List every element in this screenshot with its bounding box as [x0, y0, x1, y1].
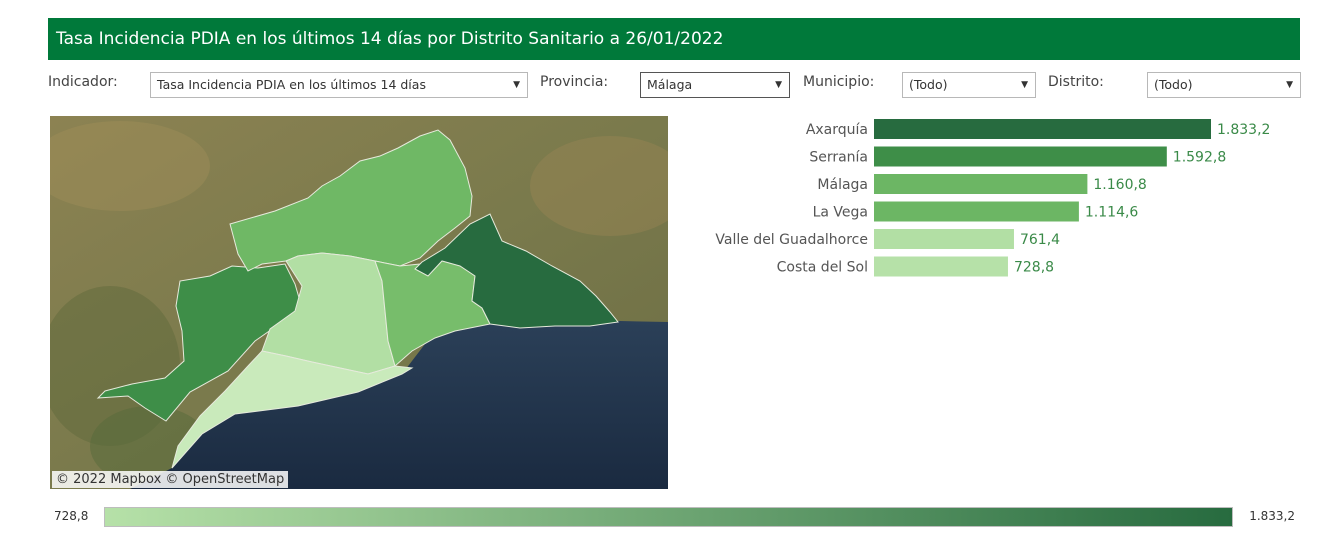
- chevron-down-icon: ▼: [513, 80, 520, 90]
- map-canvas: [50, 116, 668, 489]
- bar-value-label: 761,4: [1020, 232, 1060, 248]
- municipality-value: (Todo): [909, 77, 948, 92]
- indicator-label: Indicador:: [48, 74, 118, 90]
- legend-min-label: 728,8: [54, 509, 89, 523]
- chevron-down-icon: ▼: [775, 80, 782, 90]
- province-label: Provincia:: [540, 74, 609, 90]
- bar-category-label: Valle del Guadalhorce: [715, 232, 868, 248]
- chevron-down-icon: ▼: [1021, 80, 1028, 90]
- filter-bar: Indicador: Tasa Incidencia PDIA en los ú…: [48, 70, 1302, 100]
- bar-value-label: 1.833,2: [1217, 122, 1270, 138]
- bar-value-label: 728,8: [1014, 260, 1054, 276]
- bar-chart-canvas: Axarquía 1.833,2 Serranía 1.592,8 Málaga 1.16…: [715, 119, 1270, 277]
- province-select[interactable]: Málaga ▼: [640, 72, 790, 98]
- district-label: Distrito:: [1048, 74, 1104, 90]
- bar-value-label: 1.114,6: [1085, 205, 1139, 221]
- bar-value-label: 1.160,8: [1093, 177, 1146, 193]
- color-legend: 728,8 1.833,2: [48, 506, 1302, 530]
- bar[interactable]: [874, 201, 1079, 222]
- bar-value-label: 1.592,8: [1173, 150, 1226, 166]
- chevron-down-icon: ▼: [1286, 80, 1293, 90]
- municipality-label: Municipio:: [803, 74, 875, 90]
- bar[interactable]: [874, 119, 1211, 139]
- bar[interactable]: [874, 229, 1014, 249]
- bar-category-label: Serranía: [809, 150, 868, 166]
- legend-max-label: 1.833,2: [1249, 509, 1295, 523]
- bar[interactable]: [874, 256, 1008, 277]
- district-value: (Todo): [1154, 77, 1193, 92]
- bar-category-label: Costa del Sol: [777, 260, 868, 276]
- dashboard-title: Tasa Incidencia PDIA en los últimos 14 d…: [48, 18, 1300, 60]
- indicator-value: Tasa Incidencia PDIA en los últimos 14 d…: [157, 77, 426, 92]
- bar-category-label: Axarquía: [806, 122, 868, 138]
- legend-gradient-bar: [104, 507, 1233, 527]
- municipality-select[interactable]: (Todo) ▼: [902, 72, 1036, 98]
- indicator-select[interactable]: Tasa Incidencia PDIA en los últimos 14 d…: [150, 72, 528, 98]
- bar[interactable]: [874, 146, 1167, 167]
- bar-category-label: Málaga: [817, 177, 868, 193]
- district-bar-chart: Axarquía 1.833,2 Serranía 1.592,8 Málaga 1.16…: [680, 116, 1300, 288]
- province-value: Málaga: [647, 77, 693, 92]
- bar[interactable]: [874, 174, 1088, 194]
- district-select[interactable]: (Todo) ▼: [1147, 72, 1301, 98]
- district-map[interactable]: © 2022 Mapbox © OpenStreetMap: [50, 116, 668, 489]
- map-attribution[interactable]: © 2022 Mapbox © OpenStreetMap: [52, 471, 289, 488]
- bar-category-label: La Vega: [813, 205, 868, 221]
